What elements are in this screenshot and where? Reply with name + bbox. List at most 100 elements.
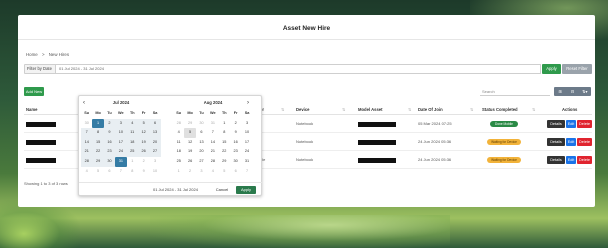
delete-button[interactable]: Delete [577, 138, 592, 146]
calendar-day[interactable]: 4 [173, 128, 184, 138]
calendar-day[interactable]: 14 [81, 137, 93, 148]
calendar-day[interactable]: 3 [241, 119, 252, 129]
calendar-day[interactable]: 6 [149, 118, 161, 129]
calendar-day[interactable]: 17 [115, 137, 127, 148]
calendar-day[interactable]: 31 [241, 157, 252, 167]
edit-button[interactable]: Edit [566, 156, 576, 164]
calendar-day[interactable]: 19 [137, 137, 150, 148]
calendar-day[interactable]: 7 [207, 128, 218, 138]
column-header-status[interactable]: Status Completed [482, 106, 518, 114]
breadcrumb-home[interactable]: Home [26, 52, 38, 57]
column-header-model-asset[interactable]: Model Asset [358, 106, 383, 114]
search-input[interactable]: Search [480, 88, 550, 96]
calendar-day[interactable]: 29 [184, 119, 195, 129]
calendar-day[interactable]: 25 [126, 147, 138, 157]
calendar-day[interactable]: 22 [92, 147, 104, 157]
calendar-day[interactable]: 22 [219, 147, 230, 157]
calendar-day[interactable]: 15 [92, 137, 104, 148]
calendar-day[interactable]: 30 [196, 119, 207, 129]
sort-icon[interactable]: ⇅ [532, 106, 535, 114]
calendar-day[interactable]: 9 [138, 167, 149, 177]
calendar-day[interactable]: 28 [173, 119, 184, 129]
details-button[interactable]: Details [547, 156, 565, 164]
calendar-day[interactable]: 16 [230, 138, 241, 148]
calendar-day[interactable]: 10 [149, 167, 160, 177]
apply-range-button[interactable]: Apply [236, 186, 256, 194]
calendar-day[interactable]: 5 [184, 128, 196, 138]
calendar-day[interactable]: 1 [219, 119, 230, 129]
calendar-day[interactable]: 8 [127, 167, 138, 177]
column-header-date-of-join[interactable]: Date Of Join [418, 106, 443, 114]
add-new-button[interactable]: Add New [24, 87, 44, 96]
calendar-day[interactable]: 6 [196, 128, 207, 138]
calendar-day[interactable]: 29 [219, 157, 230, 167]
calendar-day[interactable]: 5 [219, 167, 230, 177]
calendar-day[interactable]: 18 [126, 137, 138, 148]
calendar-day[interactable]: 26 [137, 147, 150, 157]
calendar-day[interactable]: 28 [81, 156, 93, 167]
cancel-button[interactable]: Cancel [212, 186, 232, 194]
calendar-day[interactable]: 9 [230, 128, 241, 138]
delete-button[interactable]: Delete [577, 156, 592, 164]
calendar-day[interactable]: 16 [103, 137, 116, 148]
calendar-day[interactable]: 24 [115, 147, 127, 157]
calendar-day[interactable]: 20 [196, 147, 207, 157]
calendar-day[interactable]: 11 [173, 138, 184, 148]
calendar-day[interactable]: 25 [173, 157, 184, 167]
list-view-icon[interactable]: ⊟ [566, 87, 578, 96]
reset-filter-button[interactable]: Reset Filter [562, 64, 592, 74]
edit-button[interactable]: Edit [566, 120, 576, 128]
apply-filter-button[interactable]: Apply [542, 64, 561, 74]
calendar-day[interactable]: 10 [241, 128, 252, 138]
calendar-day[interactable]: 30 [103, 156, 116, 167]
calendar-day[interactable]: 30 [81, 119, 92, 129]
column-header-name[interactable]: Name [26, 106, 37, 114]
date-range-input[interactable]: 01 Jul 2024 - 31 Jul 2024 [56, 64, 541, 74]
calendar-day[interactable]: 31 [207, 119, 218, 129]
calendar-day[interactable]: 14 [207, 138, 218, 148]
calendar-day[interactable]: 7 [241, 167, 252, 177]
calendar-day[interactable]: 5 [92, 167, 103, 177]
calendar-day[interactable]: 3 [115, 118, 127, 129]
calendar-day[interactable]: 3 [196, 167, 207, 177]
calendar-day[interactable]: 4 [207, 167, 218, 177]
calendar-day[interactable]: 23 [103, 147, 116, 157]
sort-icon[interactable]: ⇅ [342, 106, 345, 114]
calendar-day[interactable]: 29 [92, 156, 104, 167]
calendar-day[interactable]: 28 [207, 157, 218, 167]
sort-icon[interactable]: ⇅ [408, 106, 411, 114]
calendar-day[interactable]: 13 [149, 128, 161, 138]
calendar-day[interactable]: 12 [184, 138, 195, 148]
calendar-day[interactable]: 27 [196, 157, 207, 167]
calendar-day[interactable]: 30 [230, 157, 241, 167]
calendar-day[interactable]: 2 [184, 167, 195, 177]
grid-view-icon[interactable]: ⊞ [554, 87, 566, 96]
calendar-day[interactable]: 9 [103, 128, 116, 138]
calendar-day[interactable]: 26 [184, 157, 195, 167]
calendar-day[interactable]: 11 [126, 128, 138, 138]
calendar-day[interactable]: 8 [219, 128, 230, 138]
calendar-day[interactable]: 20 [149, 137, 161, 148]
sort-icon[interactable]: ⇅ [470, 106, 473, 114]
details-button[interactable]: Details [547, 120, 565, 128]
calendar-day[interactable]: 6 [104, 167, 115, 177]
calendar-day[interactable]: 1 [173, 167, 184, 177]
calendar-day[interactable]: 21 [207, 147, 218, 157]
calendar-day[interactable]: 2 [138, 157, 149, 167]
edit-button[interactable]: Edit [566, 138, 576, 146]
columns-dropdown-icon[interactable]: ⇅▾ [579, 87, 591, 96]
calendar-day[interactable]: 4 [126, 118, 138, 129]
calendar-day[interactable]: 18 [173, 147, 184, 157]
calendar-day[interactable]: 13 [196, 138, 207, 148]
calendar-day[interactable]: 23 [230, 147, 241, 157]
calendar-day[interactable]: 31 [115, 156, 127, 167]
calendar-day[interactable]: 19 [184, 147, 195, 157]
calendar-day[interactable]: 10 [115, 128, 127, 138]
column-header-device[interactable]: Device [296, 106, 310, 114]
calendar-day[interactable]: 2 [103, 118, 116, 129]
calendar-day[interactable]: 12 [137, 128, 150, 138]
calendar-day[interactable]: 1 [92, 118, 104, 129]
details-button[interactable]: Details [547, 138, 565, 146]
calendar-day[interactable]: 5 [137, 118, 150, 129]
calendar-day[interactable]: 27 [149, 147, 161, 157]
